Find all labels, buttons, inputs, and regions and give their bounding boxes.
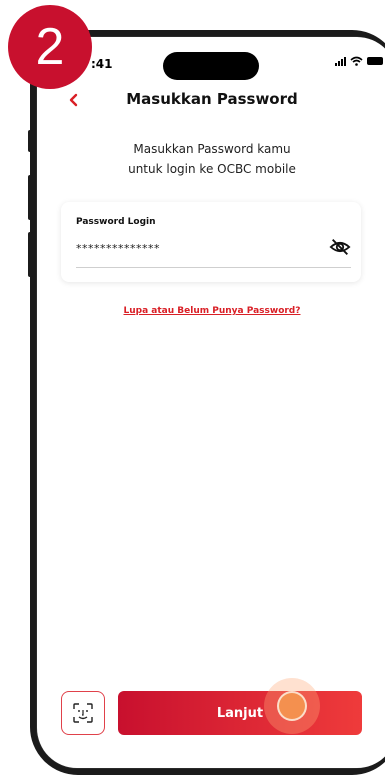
dynamic-island	[163, 52, 259, 80]
field-underline	[76, 267, 351, 268]
password-input[interactable]: **************	[76, 242, 160, 255]
intro-line: Masukkan Password kamu	[133, 142, 291, 156]
password-card: Password Login **************	[61, 202, 361, 282]
phone-side-button	[28, 232, 33, 277]
face-id-button[interactable]	[61, 691, 105, 735]
battery-icon	[367, 57, 383, 65]
intro-line: untuk login ke OCBC mobile	[128, 162, 296, 176]
phone-side-button	[28, 130, 33, 152]
page-title: Masukkan Password	[126, 90, 298, 108]
status-time: :41	[91, 57, 113, 71]
password-label: Password Login	[76, 217, 156, 227]
face-id-icon	[73, 703, 93, 723]
phone-side-button	[28, 175, 33, 220]
tap-indicator	[277, 691, 307, 721]
forgot-password-link[interactable]: Lupa atau Belum Punya Password?	[37, 306, 385, 316]
step-badge: 2	[8, 5, 92, 89]
wifi-icon	[350, 56, 363, 66]
status-icons	[335, 56, 383, 66]
signal-icon	[335, 56, 346, 66]
eye-slash-icon[interactable]	[329, 236, 351, 258]
phone-screen: :41 Masukkan Password Masukkan Password …	[37, 37, 385, 768]
intro-text: Masukkan Password kamu untuk login ke OC…	[92, 139, 332, 179]
next-button[interactable]: Lanjut	[118, 691, 362, 735]
